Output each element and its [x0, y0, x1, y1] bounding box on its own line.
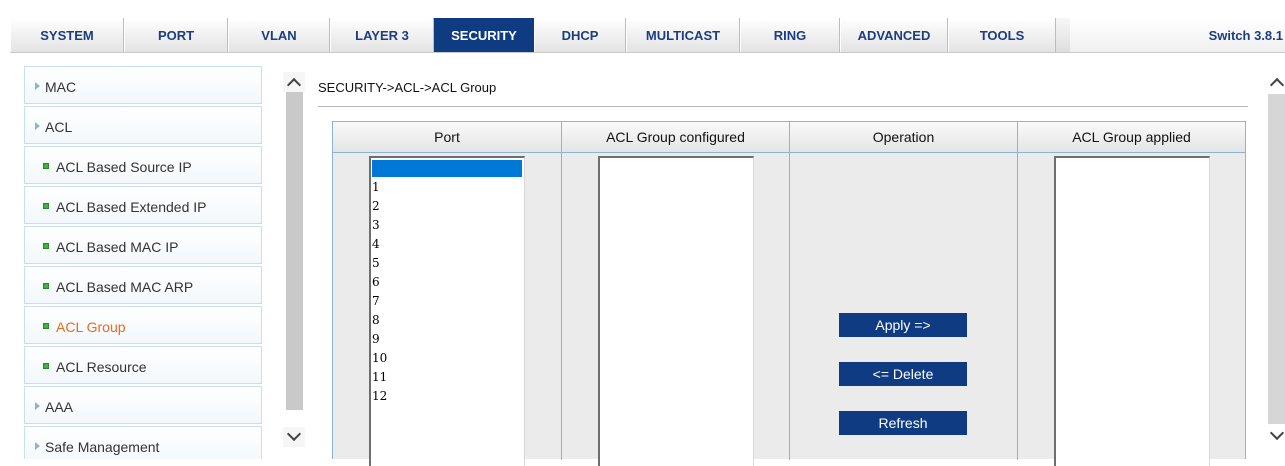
tab-system[interactable]: SYSTEM	[10, 18, 124, 52]
port-option[interactable]: 2	[372, 197, 380, 216]
apply-button[interactable]: Apply =>	[839, 313, 967, 337]
port-option[interactable]: 5	[372, 254, 380, 273]
sidebar-item-acl-based-mac-ip[interactable]: ACL Based MAC IP	[24, 226, 262, 264]
tab-ring[interactable]: RING	[740, 18, 840, 52]
column-header-port: Port	[333, 122, 561, 153]
version-label: Switch 3.8.1	[1070, 18, 1285, 52]
applied-listbox[interactable]	[1054, 156, 1210, 466]
port-option[interactable]: 10	[372, 349, 387, 368]
port-listbox[interactable]: 1 2 3 4 5 6 7 8 9 10 11 12	[369, 156, 525, 466]
tab-tools[interactable]: TOOLS	[948, 18, 1056, 52]
scroll-up-button[interactable]	[283, 72, 305, 93]
sidebar-item-label: ACL Based Extended IP	[56, 199, 207, 215]
sidebar-item-acl-based-extended-ip[interactable]: ACL Based Extended IP	[24, 186, 262, 224]
port-column: Port 1 2 3 4 5 6 7 8 9 10 11 12	[333, 122, 562, 466]
port-option[interactable]: 1	[372, 178, 380, 197]
tab-vlan[interactable]: VLAN	[228, 18, 330, 52]
bullet-icon	[43, 283, 49, 289]
sidebar-item-label: AAA	[45, 399, 74, 415]
sidebar-item-acl-based-mac-arp[interactable]: ACL Based MAC ARP	[24, 266, 262, 304]
sidebar-item-label: ACL Based MAC ARP	[56, 279, 194, 295]
tab-dhcp[interactable]: DHCP	[534, 18, 626, 52]
sidebar-scrollbar[interactable]	[283, 72, 305, 447]
configured-column: ACL Group configured	[562, 122, 790, 466]
chevron-down-icon	[1269, 425, 1285, 441]
configured-listbox[interactable]	[598, 156, 754, 466]
triangle-right-icon	[35, 82, 40, 90]
port-option[interactable]: 12	[372, 387, 387, 406]
sidebar-item-mac[interactable]: MAC	[24, 66, 262, 104]
sidebar-item-label: ACL Group	[56, 319, 126, 335]
sidebar-item-label: ACL Based MAC IP	[56, 239, 179, 255]
main-scrollbar[interactable]	[1265, 66, 1285, 459]
sidebar-item-aaa[interactable]: AAA	[24, 386, 262, 424]
port-option[interactable]: 9	[372, 330, 380, 349]
tab-layer3[interactable]: LAYER 3	[330, 18, 434, 52]
delete-button[interactable]: <= Delete	[839, 362, 967, 386]
port-option[interactable]: 7	[372, 292, 380, 311]
bullet-icon	[43, 163, 49, 169]
port-option[interactable]: 3	[372, 216, 380, 235]
scroll-down-button[interactable]	[1265, 425, 1285, 446]
scrollbar-thumb[interactable]	[1268, 94, 1285, 424]
sidebar-item-acl-based-source-ip[interactable]: ACL Based Source IP	[24, 146, 262, 184]
sidebar-item-label: ACL Resource	[56, 359, 147, 375]
column-header-operation: Operation	[790, 122, 1017, 153]
bullet-icon	[43, 363, 49, 369]
acl-group-table: Port 1 2 3 4 5 6 7 8 9 10 11 12 ACL Grou…	[332, 121, 1246, 466]
sidebar-item-label: MAC	[45, 79, 77, 95]
sidebar: MAC ACL ACL Based Source IP ACL Based Ex…	[24, 66, 264, 459]
breadcrumb: SECURITY->ACL->ACL Group	[318, 80, 497, 95]
scrollbar-thumb[interactable]	[286, 92, 303, 410]
triangle-right-icon	[35, 402, 40, 410]
port-option[interactable]: 11	[372, 368, 387, 387]
operation-column: Operation Apply => <= Delete Refresh	[790, 122, 1018, 460]
sidebar-item-safe-management[interactable]: Safe Management	[24, 426, 262, 459]
sidebar-item-label: ACL	[45, 119, 73, 135]
sidebar-item-acl-resource[interactable]: ACL Resource	[24, 346, 262, 384]
main-tabs: SYSTEM PORT VLAN LAYER 3 SECURITY DHCP M…	[10, 18, 1285, 53]
divider	[318, 106, 1248, 107]
sidebar-item-acl[interactable]: ACL	[24, 106, 262, 144]
triangle-right-icon	[35, 122, 40, 130]
chevron-up-icon	[1269, 77, 1285, 93]
port-option[interactable]: 8	[372, 311, 380, 330]
scroll-up-button[interactable]	[1265, 72, 1285, 93]
sidebar-item-acl-group[interactable]: ACL Group	[24, 306, 262, 344]
scroll-down-button[interactable]	[283, 426, 305, 447]
bullet-icon	[43, 243, 49, 249]
bullet-icon	[43, 203, 49, 209]
triangle-right-icon	[35, 442, 40, 450]
selected-option[interactable]	[372, 160, 522, 177]
port-option[interactable]: 6	[372, 273, 380, 292]
applied-column: ACL Group applied	[1018, 122, 1245, 466]
tab-port[interactable]: PORT	[124, 18, 228, 52]
sidebar-item-label: ACL Based Source IP	[56, 159, 192, 175]
column-header-configured: ACL Group configured	[562, 122, 789, 153]
chevron-up-icon	[286, 77, 302, 93]
column-header-applied: ACL Group applied	[1018, 122, 1245, 153]
tab-advanced[interactable]: ADVANCED	[840, 18, 948, 52]
sidebar-item-label: Safe Management	[45, 439, 160, 455]
port-option[interactable]: 4	[372, 235, 380, 254]
top-navigation: SYSTEM PORT VLAN LAYER 3 SECURITY DHCP M…	[0, 0, 1285, 56]
bullet-icon	[43, 323, 49, 329]
chevron-down-icon	[286, 426, 302, 442]
tab-security[interactable]: SECURITY	[434, 18, 534, 52]
tab-multicast[interactable]: MULTICAST	[626, 18, 740, 52]
refresh-button[interactable]: Refresh	[839, 411, 967, 435]
